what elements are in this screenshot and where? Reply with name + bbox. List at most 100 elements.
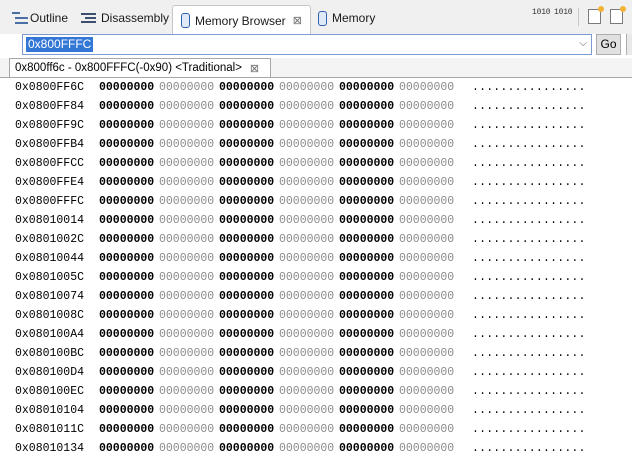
memory-word[interactable]: 00000000 — [279, 154, 334, 173]
memory-word[interactable]: 00000000 — [399, 268, 454, 287]
memory-word[interactable]: 00000000 — [339, 154, 394, 173]
table-row[interactable]: 0x08010014 00000000 00000000 00000000 000000… — [0, 211, 632, 230]
memory-word[interactable]: 00000000 — [399, 116, 454, 135]
memory-word[interactable]: 00000000 — [279, 116, 334, 135]
memory-word[interactable]: 00000000 — [279, 173, 334, 192]
memory-word[interactable]: 00000000 — [279, 97, 334, 116]
memory-word[interactable]: 00000000 — [219, 401, 274, 420]
table-row[interactable]: 0x0800FFB4 00000000 00000000 00000000 000000… — [0, 135, 632, 154]
ascii-text[interactable]: ................ — [472, 97, 586, 116]
memory-word[interactable]: 00000000 — [399, 78, 454, 97]
memory-word[interactable]: 00000000 — [219, 78, 274, 97]
memory-word[interactable]: 00000000 — [159, 382, 214, 401]
table-row[interactable]: 0x080100BC 00000000 00000000 00000000 000000… — [0, 344, 632, 363]
memory-word[interactable]: 00000000 — [339, 344, 394, 363]
memory-word[interactable]: 00000000 — [399, 97, 454, 116]
table-row[interactable]: 0x0800FF9C 00000000 00000000 00000000 000000… — [0, 116, 632, 135]
table-row[interactable]: 0x08010044 00000000 00000000 00000000 000000… — [0, 249, 632, 268]
memory-word[interactable]: 00000000 — [279, 268, 334, 287]
memory-word[interactable]: 00000000 — [399, 211, 454, 230]
memory-word[interactable]: 00000000 — [99, 287, 154, 306]
memory-table[interactable]: 0x0800FF6C 00000000 00000000 00000000 000000… — [0, 78, 632, 469]
memory-word[interactable]: 00000000 — [219, 420, 274, 439]
memory-word[interactable]: 00000000 — [99, 249, 154, 268]
close-icon[interactable]: ⊠ — [250, 62, 259, 75]
table-row[interactable]: 0x0801008C 00000000 00000000 00000000 000000… — [0, 306, 632, 325]
go-button[interactable]: Go — [596, 34, 621, 55]
table-row[interactable]: 0x0800FFCC 00000000 00000000 00000000 000000… — [0, 154, 632, 173]
memory-word[interactable]: 00000000 — [159, 268, 214, 287]
ascii-text[interactable]: ................ — [472, 230, 586, 249]
memory-word[interactable]: 00000000 — [279, 439, 334, 458]
ascii-text[interactable]: ................ — [472, 192, 586, 211]
memory-word[interactable]: 00000000 — [399, 192, 454, 211]
memory-word[interactable]: 00000000 — [99, 78, 154, 97]
memory-word[interactable]: 00000000 — [159, 306, 214, 325]
memory-word[interactable]: 00000000 — [279, 249, 334, 268]
ascii-text[interactable]: ................ — [472, 249, 586, 268]
ascii-text[interactable]: ................ — [472, 154, 586, 173]
memory-word[interactable]: 00000000 — [339, 439, 394, 458]
memory-word[interactable]: 00000000 — [159, 230, 214, 249]
memory-word[interactable]: 00000000 — [219, 192, 274, 211]
tab-memory-browser[interactable]: Memory Browser ⊠ — [172, 5, 311, 35]
memory-word[interactable]: 00000000 — [279, 363, 334, 382]
memory-word[interactable]: 00000000 — [339, 325, 394, 344]
memory-word[interactable]: 00000000 — [159, 97, 214, 116]
memory-word[interactable]: 00000000 — [399, 306, 454, 325]
memory-word[interactable]: 00000000 — [339, 173, 394, 192]
memory-word[interactable]: 00000000 — [99, 211, 154, 230]
memory-word[interactable]: 00000000 — [99, 230, 154, 249]
ascii-text[interactable]: ................ — [472, 439, 586, 458]
memory-word[interactable]: 00000000 — [339, 192, 394, 211]
memory-word[interactable]: 00000000 — [339, 211, 394, 230]
memory-word[interactable]: 00000000 — [99, 135, 154, 154]
memory-word[interactable]: 00000000 — [159, 135, 214, 154]
table-row[interactable]: 0x0800FF84 00000000 00000000 00000000 000000… — [0, 97, 632, 116]
memory-word[interactable]: 00000000 — [159, 211, 214, 230]
memory-word[interactable]: 00000000 — [279, 287, 334, 306]
memory-word[interactable]: 00000000 — [279, 230, 334, 249]
memory-word[interactable]: 00000000 — [219, 382, 274, 401]
memory-word[interactable]: 00000000 — [99, 325, 154, 344]
memory-word[interactable]: 00000000 — [279, 420, 334, 439]
table-row[interactable]: 0x0800FFE4 00000000 00000000 00000000 000000… — [0, 173, 632, 192]
memory-word[interactable]: 00000000 — [399, 230, 454, 249]
table-row[interactable]: 0x08010074 00000000 00000000 00000000 000000… — [0, 287, 632, 306]
memory-word[interactable]: 00000000 — [99, 97, 154, 116]
memory-word[interactable]: 00000000 — [99, 420, 154, 439]
memory-word[interactable]: 00000000 — [399, 344, 454, 363]
memory-word[interactable]: 00000000 — [159, 78, 214, 97]
ascii-text[interactable]: ................ — [472, 306, 586, 325]
memory-word[interactable]: 00000000 — [159, 154, 214, 173]
memory-word[interactable]: 00000000 — [279, 344, 334, 363]
export-icon[interactable] — [610, 6, 626, 24]
memory-word[interactable]: 00000000 — [399, 420, 454, 439]
memory-word[interactable]: 00000000 — [339, 97, 394, 116]
memory-word[interactable]: 00000000 — [159, 249, 214, 268]
table-row[interactable]: 0x0800FF6C 00000000 00000000 00000000 000000… — [0, 78, 632, 97]
tab-memory[interactable]: Memory — [318, 6, 375, 30]
memory-word[interactable]: 00000000 — [339, 230, 394, 249]
memory-word[interactable]: 00000000 — [279, 306, 334, 325]
memory-word[interactable]: 00000000 — [279, 382, 334, 401]
memory-word[interactable]: 00000000 — [399, 363, 454, 382]
memory-word[interactable]: 00000000 — [159, 401, 214, 420]
ascii-text[interactable]: ................ — [472, 287, 586, 306]
memory-word[interactable]: 00000000 — [399, 325, 454, 344]
table-row[interactable]: 0x0801011C 00000000 00000000 00000000 000000… — [0, 420, 632, 439]
memory-word[interactable]: 00000000 — [159, 287, 214, 306]
ascii-text[interactable]: ................ — [472, 78, 586, 97]
memory-word[interactable]: 00000000 — [99, 154, 154, 173]
memory-word[interactable]: 00000000 — [99, 439, 154, 458]
memory-word[interactable]: 00000000 — [219, 363, 274, 382]
memory-word[interactable]: 00000000 — [399, 287, 454, 306]
ascii-text[interactable]: ................ — [472, 401, 586, 420]
memory-word[interactable]: 00000000 — [159, 420, 214, 439]
memory-word[interactable]: 00000000 — [399, 154, 454, 173]
ascii-text[interactable]: ................ — [472, 344, 586, 363]
ascii-text[interactable]: ................ — [472, 325, 586, 344]
memory-word[interactable]: 00000000 — [279, 211, 334, 230]
memory-word[interactable]: 00000000 — [159, 116, 214, 135]
ascii-text[interactable]: ................ — [472, 135, 586, 154]
